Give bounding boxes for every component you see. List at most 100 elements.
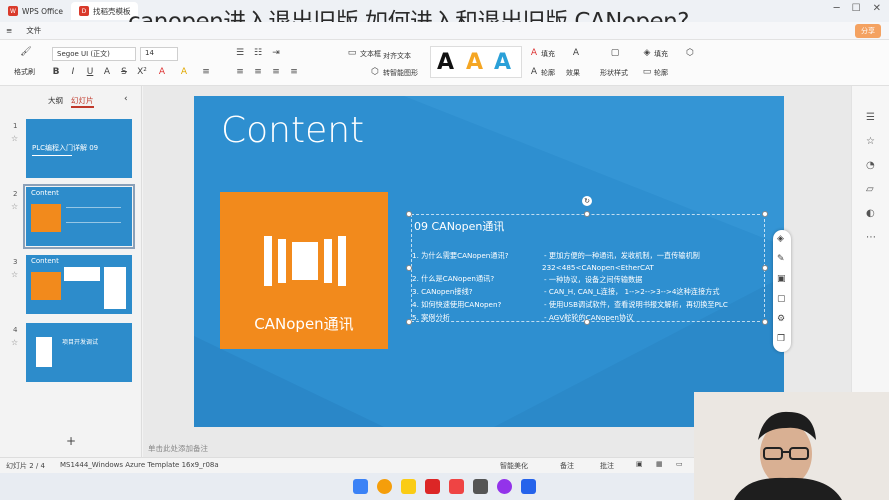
star-icon[interactable]: ☆ [11, 134, 18, 143]
current-slide[interactable]: Content CANopen通讯 09 CANopen通讯 1. 为什么需要C… [194, 96, 784, 427]
wps-icon[interactable] [425, 479, 440, 494]
design-icon[interactable]: ◐ [866, 208, 875, 219]
slide-thumbnail-2[interactable]: Content [23, 184, 135, 249]
shape-fill-icon[interactable]: ◈ [641, 47, 653, 59]
star-icon[interactable]: ☆ [866, 136, 875, 147]
format-painter-label[interactable]: 格式刷 [14, 67, 35, 77]
shape-outline-label[interactable]: 轮廓 [654, 68, 668, 78]
app-icon[interactable] [449, 479, 464, 494]
underline-icon[interactable]: U [84, 66, 96, 78]
text-style-gallery[interactable]: A A A [430, 46, 522, 78]
strikethrough-icon[interactable]: S [118, 66, 130, 78]
font-name-select[interactable]: Segoe UI (正文) [52, 47, 136, 61]
shape-fill-label[interactable]: 填充 [654, 49, 668, 59]
text-effect-icon[interactable]: A [570, 47, 582, 59]
bold-icon[interactable]: B [50, 66, 62, 78]
resize-handle[interactable] [762, 211, 768, 217]
slide-title[interactable]: Content [221, 110, 364, 151]
file-explorer-icon[interactable] [401, 479, 416, 494]
resize-handle[interactable] [584, 211, 590, 217]
convert-smartart-label[interactable]: 转智能图形 [383, 68, 418, 78]
notes-placeholder[interactable]: 单击此处添加备注 [148, 443, 208, 454]
text-box-label[interactable]: 文本框 [360, 49, 381, 59]
resize-handle[interactable] [762, 265, 768, 271]
slide-thumbnail-1[interactable]: PLC编程入门详解 09 [26, 119, 132, 178]
comments-toggle[interactable]: 批注 [600, 461, 614, 471]
properties-icon[interactable]: ☰ [866, 112, 875, 123]
text-outline-icon[interactable]: A [528, 66, 540, 78]
style-black-a-icon[interactable]: A [437, 50, 454, 75]
text-direction-label[interactable]: 对齐文本 [383, 51, 411, 61]
menu-file[interactable]: 文件 [26, 25, 41, 36]
star-icon[interactable]: ☆ [11, 202, 18, 211]
transition-icon[interactable]: ▱ [866, 184, 874, 195]
bullets-icon[interactable]: ☰ [234, 47, 246, 59]
justify-icon[interactable]: ≡ [288, 66, 300, 78]
text-box-icon[interactable]: ▭ [346, 47, 358, 59]
italic-icon[interactable]: I [67, 66, 79, 78]
collapse-panel-icon[interactable]: ‹ [124, 94, 128, 104]
tab-slides[interactable]: 幻灯片 [71, 95, 94, 108]
star-icon[interactable]: ☆ [11, 270, 18, 279]
resize-handle[interactable] [406, 211, 412, 217]
template-name[interactable]: MS1444_Windows Azure Template 16x9_r08a [60, 461, 219, 469]
rotate-handle-icon[interactable]: ↻ [582, 196, 592, 206]
normal-view-icon[interactable]: ▣ [636, 460, 643, 468]
app-icon[interactable] [521, 479, 536, 494]
sorter-view-icon[interactable]: ▦ [656, 460, 663, 468]
chrome-icon[interactable] [377, 479, 392, 494]
notes-toggle[interactable]: 备注 [560, 461, 574, 471]
text-outline-label[interactable]: 轮廓 [541, 68, 555, 78]
char-spacing-icon[interactable]: ≡ [200, 66, 212, 78]
text-fill-icon[interactable]: A [528, 47, 540, 59]
media-icon[interactable] [497, 479, 512, 494]
start-icon[interactable] [353, 479, 368, 494]
canopen-graphic-box[interactable]: CANopen通讯 [220, 192, 388, 349]
image-icon[interactable]: ▣ [777, 274, 786, 284]
hamburger-icon[interactable]: ≡ [6, 26, 12, 35]
more-icon[interactable]: ⋯ [866, 232, 876, 243]
share-button[interactable]: 分享 [855, 24, 881, 38]
smart-beautify-button[interactable]: 智能美化 [500, 461, 528, 471]
shape-style-label[interactable]: 形状样式 [600, 68, 628, 78]
numbering-icon[interactable]: ☷ [252, 47, 264, 59]
app-icon[interactable] [473, 479, 488, 494]
resize-handle[interactable] [584, 319, 590, 325]
content-text-box[interactable]: 09 CANopen通讯 1. 为什么需要CANopen通讯? 2. 什么是CA… [411, 214, 765, 322]
tab-wps-office[interactable]: W WPS Office [0, 2, 71, 20]
star-icon[interactable]: ☆ [11, 338, 18, 347]
close-icon[interactable]: ✕ [873, 3, 881, 14]
minimize-icon[interactable]: ─ [834, 3, 840, 14]
resize-handle[interactable] [406, 265, 412, 271]
shape-outline-icon[interactable]: ▭ [641, 66, 653, 78]
style-blue-a-icon[interactable]: A [494, 50, 511, 75]
shape-effect-icon[interactable]: ⬡ [684, 47, 696, 59]
layers-icon[interactable]: ◈ [777, 234, 784, 244]
slide-thumbnail-4[interactable]: 项目开发调试 [26, 323, 132, 382]
shape-style-icon[interactable]: ▢ [609, 47, 621, 59]
add-slide-button[interactable]: + [66, 434, 76, 448]
font-color-icon[interactable]: A [156, 66, 168, 78]
format-painter-icon[interactable]: 🖌 [20, 46, 32, 58]
text-effect-label[interactable]: 效果 [566, 68, 580, 78]
reading-view-icon[interactable]: ▭ [676, 460, 683, 468]
animation-icon[interactable]: ◔ [866, 160, 875, 171]
superscript-icon[interactable]: X² [136, 66, 148, 78]
resize-handle[interactable] [762, 319, 768, 325]
maximize-icon[interactable]: ☐ [852, 3, 861, 14]
align-center-icon[interactable]: ≡ [252, 66, 264, 78]
frame-icon[interactable]: ▢ [777, 294, 786, 304]
pen-icon[interactable]: ✎ [777, 254, 785, 264]
text-fill-label[interactable]: 填充 [541, 49, 555, 59]
slide-thumbnail-3[interactable]: Content [26, 255, 132, 314]
shadow-icon[interactable]: A [101, 66, 113, 78]
convert-smartart-icon[interactable]: ⬡ [369, 66, 381, 78]
copy-icon[interactable]: ❐ [777, 334, 785, 344]
font-size-select[interactable]: 14 [140, 47, 178, 61]
resize-handle[interactable] [406, 319, 412, 325]
highlight-icon[interactable]: A [178, 66, 190, 78]
settings-icon[interactable]: ⚙ [777, 314, 785, 324]
align-right-icon[interactable]: ≡ [270, 66, 282, 78]
tab-outline[interactable]: 大纲 [48, 95, 63, 108]
indent-icon[interactable]: ⇥ [270, 47, 282, 59]
